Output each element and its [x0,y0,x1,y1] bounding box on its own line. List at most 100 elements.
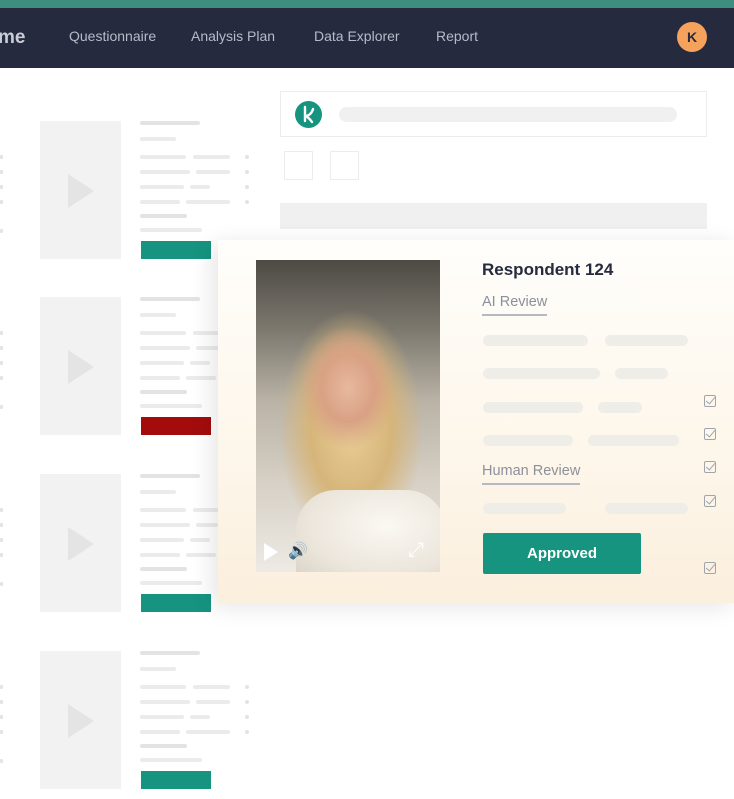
skeleton-line [140,200,180,204]
skeleton-line [140,170,190,174]
skeleton-line [140,538,184,542]
video-thumbnail[interactable] [40,474,121,612]
skeleton-line [140,758,202,762]
play-icon [68,527,94,561]
skeleton-line [140,121,200,125]
top-navbar: me Questionnaire Analysis Plan Data Expl… [0,8,734,68]
skeleton-line [140,700,190,704]
skeleton-line [140,346,190,350]
skeleton-dot [0,759,3,763]
filter-toggle[interactable] [330,151,359,180]
skeleton-dot [245,200,249,204]
status-badge-rejected [141,417,211,435]
skeleton-pill [615,368,668,379]
skeleton-dot [0,361,3,365]
skeleton-line [140,331,186,335]
search-bar[interactable] [280,91,707,137]
skeleton-line [196,700,230,704]
fullscreen-icon[interactable]: ⤢ [408,540,424,560]
skeleton-line [190,361,210,365]
skeleton-dot [0,376,3,380]
skeleton-line [190,185,210,189]
checkbox-checked-icon[interactable] [704,461,716,473]
leaf-logo-icon [295,101,322,128]
skeleton-pill [483,335,588,346]
skeleton-dot [245,700,249,704]
respondent-title: Respondent 124 [482,260,614,279]
status-badge-approved [141,594,211,612]
skeleton-line [140,581,202,585]
skeleton-dot [0,229,3,233]
skeleton-dot [245,730,249,734]
skeleton-pill [483,503,566,514]
skeleton-line [193,155,230,159]
skeleton-pill [588,435,679,446]
respondent-review-card: 🔊 ⤢ Respondent 124 AI Review Human Revie… [218,240,734,603]
skeleton-line [140,508,186,512]
play-icon [68,350,94,384]
checkbox-checked-icon[interactable] [704,428,716,440]
checkbox-checked-icon[interactable] [704,562,716,574]
respondent-video-player[interactable]: 🔊 ⤢ [256,260,440,572]
skeleton-dot [0,582,3,586]
filter-toggle[interactable] [284,151,313,180]
play-icon[interactable] [264,543,278,561]
skeleton-pill [483,368,600,379]
toolbar-skeleton [280,203,707,229]
skeleton-line [140,744,187,748]
skeleton-line [140,651,200,655]
brand-name[interactable]: me [0,27,25,49]
skeleton-line [196,170,230,174]
skeleton-line [186,730,230,734]
skeleton-dot [0,715,3,719]
nav-link-analysis-plan[interactable]: Analysis Plan [191,28,275,44]
nav-link-report[interactable]: Report [436,28,478,44]
skeleton-pill [483,435,573,446]
skeleton-line [190,538,210,542]
skeleton-line [140,214,187,218]
skeleton-dot [0,346,3,350]
skeleton-pill [605,503,688,514]
video-thumbnail[interactable] [40,297,121,435]
skeleton-dot [0,685,3,689]
skeleton-line [140,313,176,317]
skeleton-dot [245,185,249,189]
skeleton-line [140,474,200,478]
skeleton-line [140,376,180,380]
skeleton-line [196,523,218,527]
skeleton-line [140,523,190,527]
skeleton-line [140,553,180,557]
skeleton-line [140,228,202,232]
human-review-tab[interactable]: Human Review [482,463,581,485]
nav-link-data-explorer[interactable]: Data Explorer [314,28,400,44]
skeleton-line [140,404,202,408]
video-thumbnail[interactable] [40,121,121,259]
checkbox-checked-icon[interactable] [704,395,716,407]
skeleton-line [140,715,184,719]
skeleton-dot [245,685,249,689]
play-icon [68,704,94,738]
ai-review-tab[interactable]: AI Review [482,294,548,316]
skeleton-line [140,667,176,671]
skeleton-line [186,376,216,380]
skeleton-line [140,155,186,159]
status-badge-approved [141,771,211,789]
respondent-row[interactable] [0,651,260,791]
skeleton-dot [0,185,3,189]
volume-icon[interactable]: 🔊 [288,543,308,561]
skeleton-pill [598,402,642,413]
search-input-skeleton[interactable] [339,107,677,122]
skeleton-dot [0,553,3,557]
user-avatar[interactable]: K [677,22,707,52]
skeleton-dot [245,155,249,159]
top-accent-stripe [0,0,734,8]
skeleton-dot [245,170,249,174]
nav-link-questionnaire[interactable]: Questionnaire [69,28,156,44]
status-badge-approved [141,241,211,259]
skeleton-dot [0,155,3,159]
approved-button[interactable]: Approved [483,533,641,574]
skeleton-dot [0,700,3,704]
video-thumbnail[interactable] [40,651,121,789]
checkbox-checked-icon[interactable] [704,495,716,507]
skeleton-dot [0,508,3,512]
